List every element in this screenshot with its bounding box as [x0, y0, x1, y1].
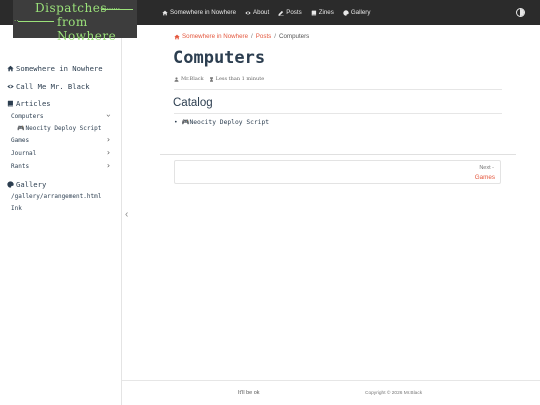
nav-item-home[interactable]: Somewhere in Nowhere — [162, 9, 236, 16]
catalog-item[interactable]: • 🎮 Neocity Deploy Script — [174, 118, 270, 127]
sidebar-item-label: Computers — [11, 113, 44, 120]
sidebar: Somewhere in Nowhere Call Me Mr. Black A… — [0, 25, 122, 405]
footer: It'll be ok Copyright © 2026 Mr.Black — [122, 380, 540, 405]
home-icon — [7, 65, 14, 72]
breadcrumb: Somewhere in Nowhere / Posts / Computers — [174, 33, 309, 40]
chevron-down-icon[interactable]: › — [104, 113, 113, 118]
nav-item-posts[interactable]: Posts — [278, 9, 302, 16]
next-page-title: Games — [474, 174, 495, 181]
reading-time-meta: Less than 1 minute — [209, 76, 265, 82]
nav-item-label: Gallery — [350, 9, 371, 16]
home-icon — [162, 10, 168, 15]
book-icon — [311, 10, 316, 16]
contrast-icon[interactable] — [516, 8, 525, 17]
logo-dots-small: .. — [14, 14, 19, 23]
nav-item-zines[interactable]: Zines — [311, 9, 334, 16]
breadcrumb-separator: / — [274, 33, 276, 40]
gamepad-icon: 🎮 — [17, 125, 25, 132]
sidebar-item-arrangement[interactable]: /gallery/arrangement.html — [11, 193, 101, 200]
nav-item-label: Posts — [286, 9, 302, 16]
sidebar-item-label: Articles — [16, 99, 51, 108]
sidebar-item-label: Neocity Deploy Script — [25, 125, 102, 132]
nav-item-label: Zines — [318, 9, 334, 16]
sidebar-item-home[interactable]: Somewhere in Nowhere — [7, 64, 103, 73]
nav-item-label: About — [253, 9, 270, 16]
sidebar-item-label: Gallery — [16, 180, 47, 189]
sidebar-item-games[interactable]: Games — [11, 137, 29, 144]
eye-icon — [7, 84, 14, 89]
logo-dash — [101, 9, 133, 10]
catalog-item-label: Neocity Deploy Script — [189, 118, 270, 126]
sidebar-item-rants[interactable]: Rants — [11, 163, 29, 170]
next-page-link[interactable]: Next - Games — [174, 160, 501, 184]
nav-item-label: Somewhere in Nowhere — [170, 9, 237, 16]
author-meta: Mr.Black — [174, 76, 204, 82]
sidebar-group-gallery[interactable]: Gallery — [7, 180, 46, 189]
next-page-label: Next - — [479, 165, 494, 171]
footer-copyright: Copyright © 2026 Mr.Black — [365, 391, 423, 396]
logo-line-2: from Nowhere — [57, 15, 117, 43]
breadcrumb-separator: / — [251, 33, 253, 40]
reading-time: Less than 1 minute — [215, 76, 265, 82]
user-icon — [174, 76, 179, 82]
sidebar-item-label: Somewhere in Nowhere — [16, 64, 103, 73]
breadcrumb-home[interactable]: Somewhere in Nowhere — [182, 33, 248, 40]
sidebar-item-label: Rants — [11, 163, 30, 170]
eye-icon — [245, 11, 251, 14]
sidebar-item-computers[interactable]: Computers — [11, 113, 44, 120]
sidebar-item-label: Games — [11, 137, 30, 144]
catalog-heading: Catalog — [173, 97, 213, 109]
bullet-icon: • — [174, 118, 178, 126]
nav-item-about[interactable]: About — [245, 9, 269, 16]
chevron-right-icon[interactable]: › — [106, 161, 111, 170]
breadcrumb-current: Computers — [279, 33, 310, 40]
sidebar-group-articles[interactable]: Articles — [7, 99, 51, 108]
nav-item-gallery[interactable]: Gallery — [343, 9, 371, 16]
palette-icon — [7, 181, 14, 188]
book-icon — [7, 100, 13, 107]
sidebar-item-journal[interactable]: Journal — [11, 150, 36, 157]
divider — [174, 89, 502, 90]
sidebar-item-about[interactable]: Call Me Mr. Black — [7, 82, 90, 91]
palette-icon — [343, 9, 349, 16]
hourglass-icon — [209, 76, 213, 82]
chevron-right-icon[interactable]: › — [106, 148, 111, 157]
logo-dash — [18, 21, 54, 22]
home-icon — [174, 34, 180, 39]
edit-icon — [278, 10, 284, 16]
chevron-right-icon[interactable]: › — [106, 135, 111, 144]
footer-message: It'll be ok — [238, 390, 260, 396]
site-logo[interactable]: Dispatches ......... from Nowhere .. — [13, 0, 137, 43]
chevron-left-icon[interactable]: ‹ — [125, 209, 128, 220]
divider — [174, 113, 502, 114]
sidebar-item-label: Ink — [11, 205, 22, 212]
divider — [160, 154, 516, 155]
breadcrumb-posts[interactable]: Posts — [256, 33, 271, 40]
page-meta: Mr.Black Less than 1 minute — [174, 76, 269, 82]
sidebar-item-label: Call Me Mr. Black — [16, 82, 90, 91]
sidebar-item-ink[interactable]: Ink — [11, 205, 22, 212]
author-name[interactable]: Mr.Black — [181, 76, 204, 82]
gamepad-icon: 🎮 — [181, 119, 190, 126]
sidebar-item-label: Journal — [11, 150, 37, 157]
sidebar-item-label: /gallery/arrangement.html — [11, 193, 102, 200]
logo-line-1: Dispatches — [35, 1, 107, 15]
page-title: Computers — [173, 48, 266, 68]
sidebar-item-neocity[interactable]: 🎮 Neocity Deploy Script — [17, 125, 101, 132]
nav-links: Somewhere in Nowhere About Posts Zines G… — [162, 0, 379, 25]
